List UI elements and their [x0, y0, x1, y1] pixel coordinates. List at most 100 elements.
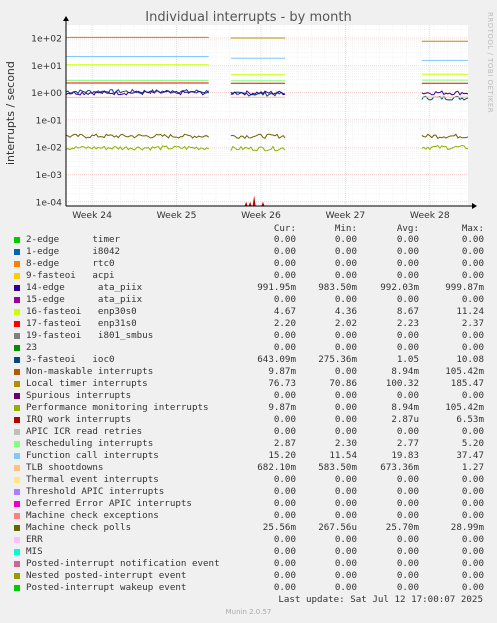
legend-label: Spurious interrupts: [26, 390, 132, 401]
y-axis-arrow: [63, 16, 69, 21]
legend-avg: 0.00: [396, 474, 419, 485]
legend-swatch: [14, 369, 20, 375]
legend-max: 0.00: [461, 510, 484, 521]
legend-min: 0.00: [334, 330, 357, 341]
legend-avg: 0.00: [396, 270, 419, 281]
legend-cur: 0.00: [273, 342, 296, 353]
legend-swatch: [14, 309, 20, 315]
legend-avg: 8.94m: [391, 402, 419, 413]
legend-label: 15-edge ata_piix: [26, 294, 143, 305]
legend-min: 0.00: [334, 534, 357, 545]
legend-swatch: [14, 501, 20, 507]
legend-swatch: [14, 525, 20, 531]
legend-label: TLB shootdowns: [26, 462, 104, 473]
legend-cur: 0.00: [273, 390, 296, 401]
legend-min: 0.00: [334, 234, 357, 245]
legend-cur: 0.00: [273, 294, 296, 305]
legend-label: 1-edge i8042: [26, 246, 121, 257]
legend-cur: 0.00: [273, 546, 296, 557]
legend-max: 0.00: [461, 570, 484, 581]
legend-label: ERR: [26, 534, 43, 545]
legend-swatch: [14, 429, 20, 435]
legend-label: 14-edge ata_piix: [26, 282, 143, 293]
legend-min: 2.02: [334, 318, 357, 329]
legend-max: 37.47: [456, 450, 484, 461]
x-axis-arrow: [472, 203, 477, 209]
legend-avg: 2.87u: [391, 414, 419, 425]
legend-cur: 0.00: [273, 570, 296, 581]
legend-min: 0.00: [334, 402, 357, 413]
legend-avg: 0.00: [396, 234, 419, 245]
legend-cur: 0.00: [273, 510, 296, 521]
legend-swatch: [14, 453, 20, 459]
legend-swatch: [14, 261, 20, 267]
legend-cur: 0.00: [273, 486, 296, 497]
legend-min: 0.00: [334, 246, 357, 257]
legend-swatch: [14, 237, 20, 243]
legend-max: 28.99m: [450, 522, 484, 533]
legend-cur: 0.00: [273, 426, 296, 437]
legend-min: 0.00: [334, 570, 357, 581]
legend-cur: 15.20: [268, 450, 296, 461]
legend-cur: 682.10m: [257, 462, 296, 473]
legend-swatch: [14, 333, 20, 339]
legend-min: 0.00: [334, 366, 357, 377]
legend-cur: 0.00: [273, 498, 296, 509]
legend-min: 0.00: [334, 258, 357, 269]
legend-cur: 0.00: [273, 582, 296, 593]
legend-max: 10.08: [456, 354, 484, 365]
legend-avg: 0.00: [396, 258, 419, 269]
legend-avg: 0.00: [396, 498, 419, 509]
legend-cur: 2.87: [273, 438, 296, 449]
legend-swatch: [14, 285, 20, 291]
legend-max: 0.00: [461, 558, 484, 569]
chart-plot: 1e-04 1e-03 1e-02 1e-01 1e+00 1e+01 1e+02 Week …: [31, 16, 477, 221]
y-tick-label: 1e+01: [31, 61, 62, 72]
legend-cur: 0.00: [273, 474, 296, 485]
legend-cur: 4.67: [273, 306, 296, 317]
munin-version: Munin 2.0.57: [225, 608, 272, 616]
legend-swatch: [14, 477, 20, 483]
legend-swatch: [14, 321, 20, 327]
legend-max: 11.24: [456, 306, 484, 317]
legend-avg: 2.77: [396, 438, 419, 449]
legend-swatch: [14, 561, 20, 567]
legend-avg: 992.03m: [380, 282, 419, 293]
legend-avg: 0.00: [396, 534, 419, 545]
legend-avg: 1.05: [396, 354, 419, 365]
legend-avg: 0.00: [396, 390, 419, 401]
legend-label: Function call interrupts: [26, 450, 159, 461]
legend-cur: 643.09m: [257, 354, 296, 365]
legend-min: 0.00: [334, 474, 357, 485]
legend-min: 4.36: [334, 306, 357, 317]
legend-cur: 0.00: [273, 246, 296, 257]
legend-swatch: [14, 465, 20, 471]
legend-swatch: [14, 549, 20, 555]
legend-min: 0.00: [334, 582, 357, 593]
legend-swatch: [14, 405, 20, 411]
header-cur: Cur:: [273, 223, 296, 234]
legend-label: Deferred Error APIC interrupts: [26, 498, 192, 509]
legend-cur: 0.00: [273, 270, 296, 281]
legend-label: MIS: [26, 546, 43, 557]
legend-max: 0.00: [461, 294, 484, 305]
legend-swatch: [14, 345, 20, 351]
legend-cur: 0.00: [273, 558, 296, 569]
graph-frame: Individual interrupts - by month interru…: [0, 0, 497, 623]
legend-swatch: [14, 585, 20, 591]
legend-min: 2.30: [334, 438, 357, 449]
legend-max: 6.53m: [456, 414, 484, 425]
legend-min: 0.00: [334, 390, 357, 401]
legend-swatch: [14, 357, 20, 363]
legend-avg: 0.00: [396, 294, 419, 305]
legend-swatch: [14, 489, 20, 495]
legend-swatch: [14, 573, 20, 579]
legend-min: 0.00: [334, 498, 357, 509]
legend-avg: 0.00: [396, 558, 419, 569]
legend-swatch: [14, 249, 20, 255]
legend-min: 0.00: [334, 510, 357, 521]
legend-swatch: [14, 393, 20, 399]
y-tick-label: 1e+02: [31, 34, 62, 45]
x-tick-label: Week 27: [325, 210, 365, 221]
legend-avg: 0.00: [396, 546, 419, 557]
